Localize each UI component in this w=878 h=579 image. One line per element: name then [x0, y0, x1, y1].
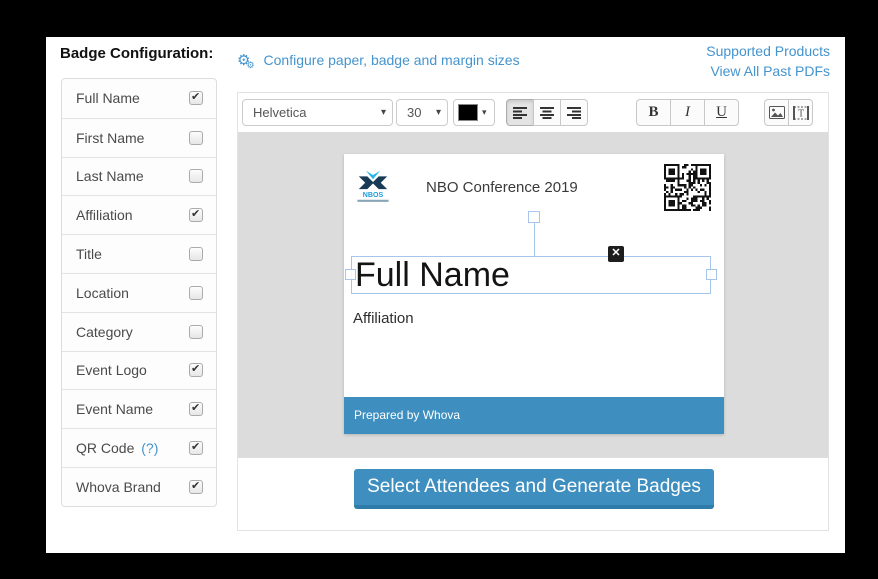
- config-item-label: Title: [76, 246, 105, 262]
- config-item-label: Category: [76, 324, 136, 340]
- rotation-handle[interactable]: [528, 211, 540, 223]
- qr-code[interactable]: [664, 164, 711, 211]
- config-item: Whova Brand: [62, 467, 216, 506]
- config-item: Event Name: [62, 389, 216, 428]
- badge-editor-panel: Helvetica ▾ 30 ▾ ▾: [237, 92, 829, 531]
- image-icon: [769, 106, 785, 119]
- top-links: Supported Products View All Past PDFs: [706, 41, 830, 81]
- bold-button[interactable]: B: [636, 99, 671, 126]
- resize-handle-left[interactable]: [345, 269, 356, 280]
- config-item-label: Affiliation: [76, 207, 136, 223]
- config-item: Location: [62, 273, 216, 312]
- align-left-button[interactable]: [506, 99, 534, 126]
- textbox-width-icon: T: [793, 106, 809, 120]
- config-item: Category: [62, 312, 216, 351]
- align-right-icon: [567, 106, 581, 119]
- resize-textbox-button[interactable]: T: [788, 99, 813, 126]
- insert-image-button[interactable]: [764, 99, 789, 126]
- chevron-down-icon: ▾: [375, 107, 392, 118]
- config-item: Title: [62, 234, 216, 273]
- underline-button[interactable]: U: [704, 99, 739, 126]
- config-item-label: Event Logo: [76, 362, 150, 378]
- badge-preview: NBOS NBO Conference 2019 Full Name ✕ Aff…: [344, 154, 724, 434]
- page-title: Badge Configuration:: [60, 45, 213, 62]
- config-item-checkbox[interactable]: [189, 480, 203, 494]
- config-item: Event Logo: [62, 351, 216, 390]
- config-item-checkbox[interactable]: [189, 363, 203, 377]
- config-item-label: QR Code (?): [76, 440, 158, 456]
- chevron-down-icon: ▾: [430, 107, 447, 118]
- view-past-pdfs-link[interactable]: View All Past PDFs: [706, 61, 830, 81]
- page: Badge Configuration: Full Name First Nam…: [46, 37, 845, 553]
- config-item-checkbox[interactable]: [189, 91, 203, 105]
- config-item: First Name: [62, 118, 216, 157]
- insert-group: T: [764, 99, 813, 126]
- config-item-checkbox[interactable]: [189, 247, 203, 261]
- svg-text:T: T: [797, 108, 803, 119]
- config-item-label: Location: [76, 285, 132, 301]
- delete-textbox-button[interactable]: ✕: [608, 246, 624, 262]
- config-item-label: Last Name: [76, 168, 147, 184]
- font-family-select[interactable]: Helvetica ▾: [242, 99, 393, 126]
- config-item-checkbox[interactable]: [189, 131, 203, 145]
- config-item-label: First Name: [76, 130, 147, 146]
- config-item-checkbox[interactable]: [189, 169, 203, 183]
- alignment-group: [506, 99, 588, 126]
- svg-text:NBOS: NBOS: [363, 191, 384, 199]
- config-item-checkbox[interactable]: [189, 208, 203, 222]
- text-style-group: B I U: [636, 99, 739, 126]
- badge-config-list: Full Name First Name Last Name Affiliati…: [61, 78, 217, 507]
- config-item-checkbox[interactable]: [189, 441, 203, 455]
- configure-sizes-link[interactable]: ⚙⚙Configure paper, badge and margin size…: [237, 51, 520, 69]
- color-swatch: [458, 104, 478, 121]
- editor-toolbar: Helvetica ▾ 30 ▾ ▾: [238, 93, 828, 132]
- config-item: QR Code (?): [62, 428, 216, 467]
- nbos-logo-icon: NBOS: [356, 169, 390, 205]
- font-size-select[interactable]: 30 ▾: [396, 99, 448, 126]
- supported-products-link[interactable]: Supported Products: [706, 41, 830, 61]
- align-right-button[interactable]: [560, 99, 588, 126]
- affiliation-textbox[interactable]: Affiliation: [353, 310, 414, 327]
- config-item-checkbox[interactable]: [189, 286, 203, 300]
- chevron-down-icon: ▾: [478, 107, 491, 118]
- config-item: Full Name: [62, 79, 216, 118]
- align-left-icon: [513, 106, 527, 119]
- align-center-button[interactable]: [533, 99, 561, 126]
- rotation-line: [534, 223, 535, 256]
- name-textbox[interactable]: Full Name: [351, 256, 711, 294]
- resize-handle-right[interactable]: [706, 269, 717, 280]
- config-item-checkbox[interactable]: [189, 325, 203, 339]
- italic-button[interactable]: I: [670, 99, 705, 126]
- help-link[interactable]: (?): [137, 440, 158, 456]
- event-logo[interactable]: NBOS: [356, 169, 390, 205]
- gears-icon: ⚙⚙: [237, 51, 259, 69]
- generate-badges-button[interactable]: Select Attendees and Generate Badges: [354, 469, 714, 509]
- whova-brand-bar: Prepared by Whova: [344, 397, 724, 434]
- align-center-icon: [540, 106, 554, 119]
- badge-canvas: NBOS NBO Conference 2019 Full Name ✕ Aff…: [238, 132, 828, 458]
- event-name-text[interactable]: NBO Conference 2019: [426, 179, 578, 196]
- config-item-label: Event Name: [76, 401, 156, 417]
- config-item-label: Whova Brand: [76, 479, 164, 495]
- font-color-picker[interactable]: ▾: [453, 99, 495, 126]
- config-item-checkbox[interactable]: [189, 402, 203, 416]
- config-item: Affiliation: [62, 195, 216, 234]
- config-item: Last Name: [62, 157, 216, 196]
- config-item-label: Full Name: [76, 90, 143, 106]
